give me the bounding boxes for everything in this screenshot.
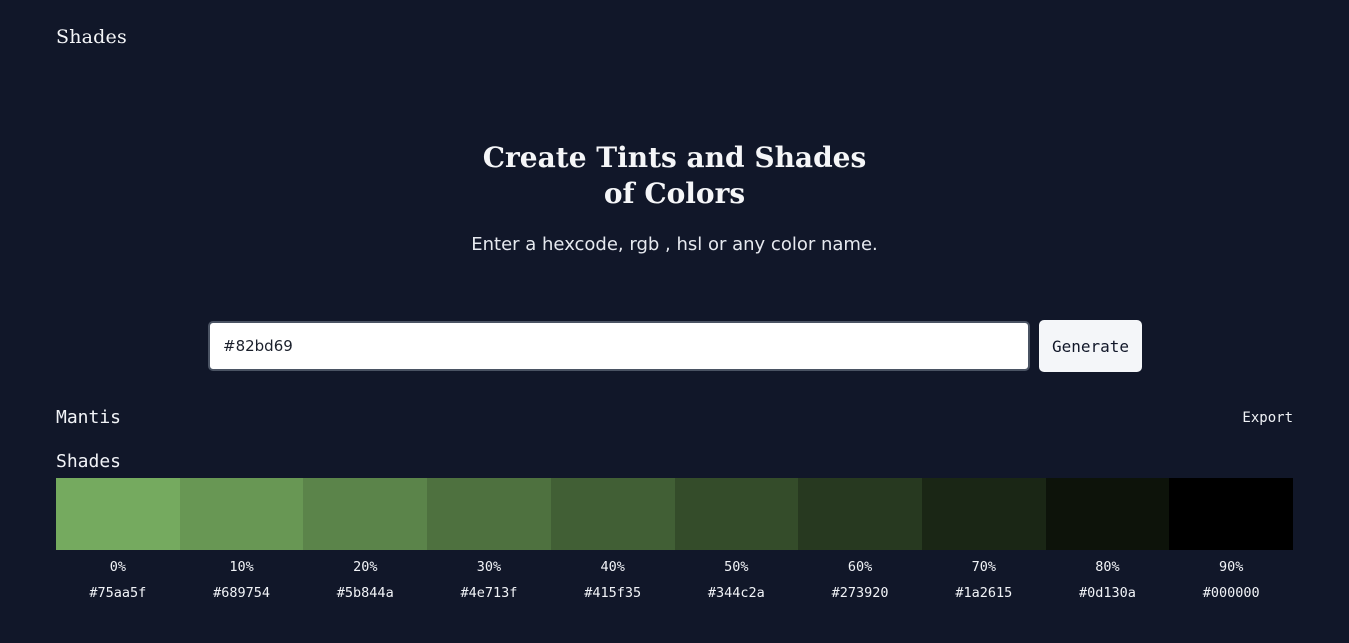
swatch-hex: #415f35 xyxy=(584,585,642,601)
color-form: Generate xyxy=(208,320,1142,372)
shade-swatch[interactable]: 20% #5b844a xyxy=(303,478,428,601)
swatch-hex: #344c2a xyxy=(707,585,765,601)
swatch-hex: #273920 xyxy=(831,585,889,601)
swatch-color[interactable] xyxy=(674,478,799,550)
swatch-hex: #5b844a xyxy=(336,585,394,601)
swatch-hex: #000000 xyxy=(1202,585,1260,601)
generate-button[interactable]: Generate xyxy=(1039,320,1142,372)
shades-heading: Shades xyxy=(56,451,122,472)
swatch-hex: #689754 xyxy=(213,585,270,601)
swatch-percent: 60% xyxy=(847,559,873,575)
page: Shades Create Tints and Shades of Colors… xyxy=(0,0,1349,643)
shade-swatch[interactable]: 60% #273920 xyxy=(798,478,922,601)
brand-logo[interactable]: Shades xyxy=(56,26,127,48)
swatch-hex: #1a2615 xyxy=(955,585,1013,601)
swatch-percent: 80% xyxy=(1095,559,1120,575)
shades-palette: 0% #75aa5f 10% #689754 20% #5b844a 30% #… xyxy=(56,478,1294,601)
swatch-percent: 0% xyxy=(109,559,126,575)
swatch-percent: 10% xyxy=(229,559,254,575)
shade-swatch[interactable]: 80% #0d130a xyxy=(1045,478,1170,601)
swatch-percent: 20% xyxy=(353,559,378,575)
swatch-percent: 30% xyxy=(476,559,502,575)
color-input[interactable] xyxy=(208,321,1030,371)
swatch-percent: 70% xyxy=(971,559,996,575)
swatch-color[interactable] xyxy=(56,478,180,550)
shade-swatch[interactable]: 50% #344c2a xyxy=(674,478,799,601)
swatch-percent: 90% xyxy=(1218,559,1244,575)
swatch-hex: #4e713f xyxy=(460,585,518,601)
shade-swatch[interactable]: 70% #1a2615 xyxy=(921,478,1046,601)
shade-swatch[interactable]: 10% #689754 xyxy=(179,478,304,601)
page-subtitle: Enter a hexcode, rgb , hsl or any color … xyxy=(471,234,878,255)
swatch-color[interactable] xyxy=(550,478,675,550)
hero: Create Tints and Shades of Colors Enter … xyxy=(0,140,1349,255)
swatch-color[interactable] xyxy=(1045,478,1170,550)
swatch-color[interactable] xyxy=(303,478,428,550)
swatch-color[interactable] xyxy=(798,478,922,550)
swatch-color[interactable] xyxy=(921,478,1046,550)
export-button[interactable]: Export xyxy=(1242,410,1293,426)
swatch-hex: #75aa5f xyxy=(89,585,147,601)
swatch-color[interactable] xyxy=(427,478,551,550)
color-name: Mantis xyxy=(56,407,122,428)
swatch-color[interactable] xyxy=(179,478,304,550)
swatch-percent: 40% xyxy=(600,559,625,575)
swatch-percent: 50% xyxy=(724,559,749,575)
swatch-color[interactable] xyxy=(1169,478,1294,550)
shade-swatch[interactable]: 0% #75aa5f xyxy=(56,478,180,601)
shade-swatch[interactable]: 40% #415f35 xyxy=(550,478,675,601)
page-title: Create Tints and Shades of Colors xyxy=(482,141,867,210)
swatch-hex: #0d130a xyxy=(1079,585,1136,601)
shade-swatch[interactable]: 90% #000000 xyxy=(1169,478,1294,601)
shade-swatch[interactable]: 30% #4e713f xyxy=(427,478,551,601)
